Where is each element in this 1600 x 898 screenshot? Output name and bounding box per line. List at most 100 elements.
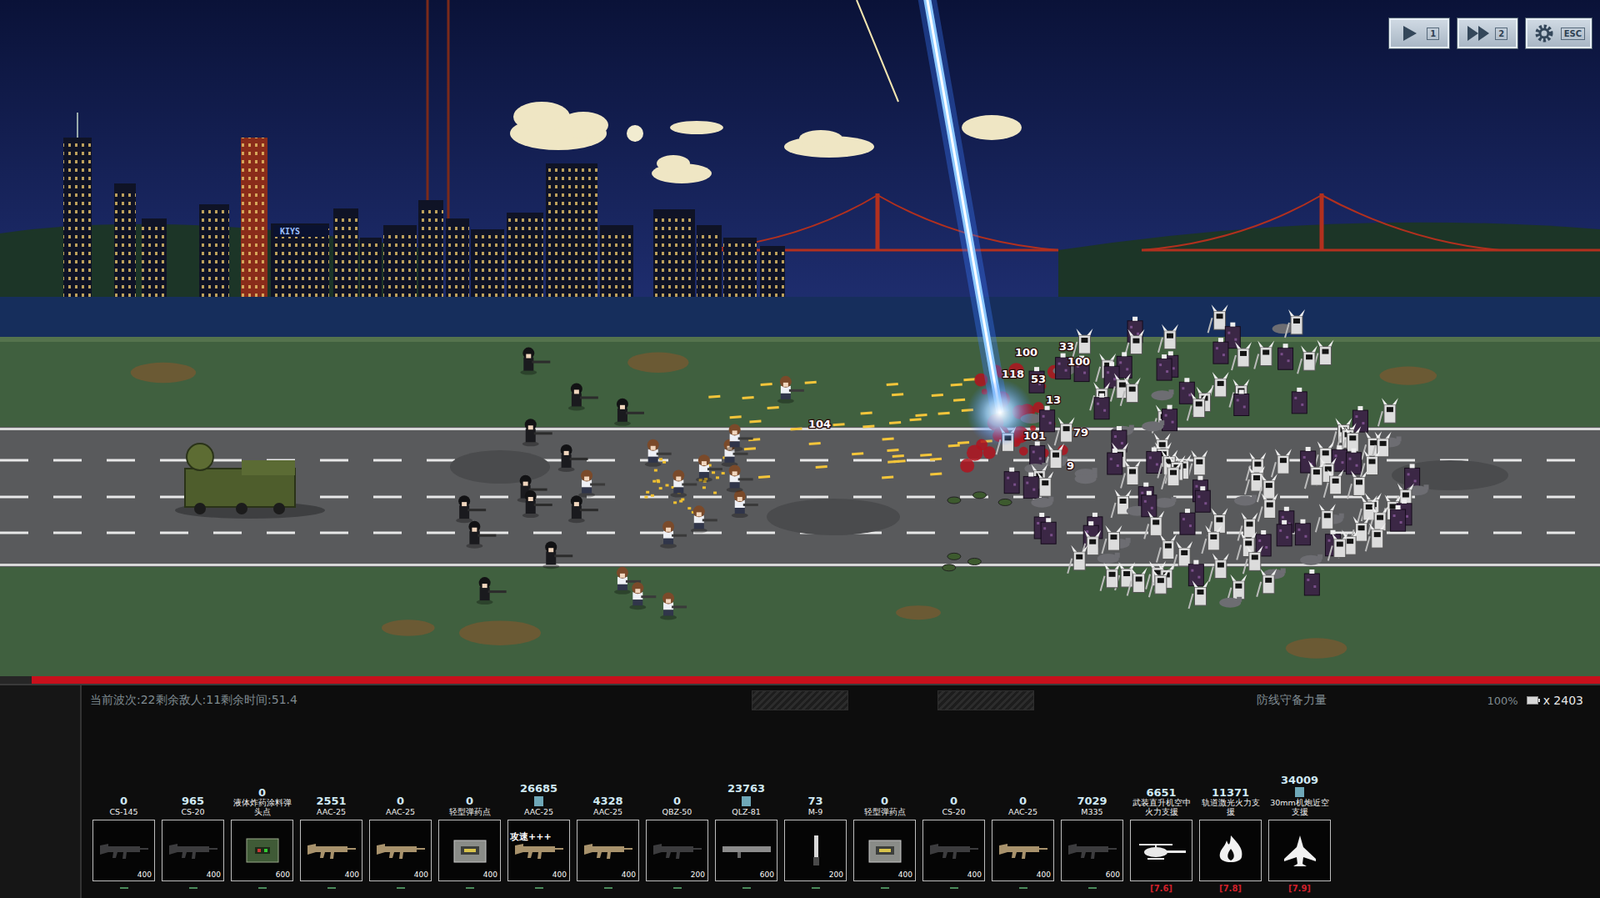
enemy — [1360, 449, 1380, 478]
control-button[interactable]: ESC — [1525, 18, 1592, 49]
unit-count: 4328 — [592, 794, 623, 808]
ready-mark — [535, 886, 544, 889]
bullet — [742, 396, 755, 398]
shell-casing — [656, 480, 660, 483]
unit-card[interactable]: 400 — [300, 819, 363, 881]
unit-card[interactable]: 400 — [438, 819, 501, 881]
enemy — [1271, 448, 1292, 477]
unit-card[interactable]: 攻速+++ 400 — [507, 819, 570, 881]
shell-casing — [711, 470, 715, 474]
blood-splatter — [1019, 446, 1029, 456]
enemy — [1004, 467, 1020, 494]
unit-card[interactable]: 400 — [576, 819, 640, 881]
unit-card[interactable] — [1130, 819, 1193, 881]
unit-card[interactable]: 400 — [369, 819, 432, 881]
bullet — [957, 441, 970, 443]
rifle-dark-icon — [167, 833, 220, 867]
unit-cost: 400 — [621, 870, 636, 879]
soldier — [726, 464, 754, 492]
bullet — [930, 458, 942, 460]
enemy — [1304, 569, 1320, 595]
unit-name: CS-145 — [92, 807, 155, 817]
unit-card[interactable]: 400 — [92, 819, 155, 881]
crater — [895, 605, 941, 620]
enemy — [1378, 397, 1399, 426]
enemy — [1291, 387, 1307, 414]
unit-slot: 0 轻型弹药点 400 — [438, 794, 501, 895]
rifle-tan-icon — [375, 833, 427, 867]
damage-number: 104 — [808, 417, 831, 430]
enemy — [1040, 517, 1056, 544]
unit-card[interactable]: 400 — [853, 819, 916, 881]
crater — [381, 619, 435, 636]
unit-count: 965 — [181, 794, 205, 808]
unit-name: AAC-25 — [507, 807, 570, 817]
bullet — [881, 476, 894, 478]
bullet — [920, 454, 932, 455]
damage-number: 100 — [1067, 355, 1090, 368]
shell-casing — [662, 460, 666, 464]
unit-card[interactable]: 600 — [1060, 819, 1124, 881]
unit-card[interactable]: 200 — [784, 819, 847, 881]
unit-card[interactable]: 400 — [161, 819, 225, 881]
unit-card[interactable] — [1268, 819, 1331, 881]
rifle-dark-icon — [651, 833, 704, 867]
unit-card[interactable]: 600 — [230, 819, 294, 881]
unit-card[interactable]: 400 — [991, 819, 1055, 881]
enemy — [1231, 341, 1252, 370]
bullet — [815, 466, 828, 468]
rifle-tan-icon — [305, 833, 358, 867]
control-label: 2 — [1495, 27, 1508, 40]
soldier — [465, 520, 496, 549]
shell-casing — [673, 500, 677, 504]
unit-slot: 11371 轨道激光火力支援 [7.8] — [1199, 785, 1262, 895]
enemy — [1278, 343, 1294, 370]
unit-count: 0 — [950, 794, 958, 808]
crater — [459, 620, 541, 645]
launcher-icon — [720, 833, 773, 867]
bullet — [930, 473, 942, 475]
unit-name: 轻型弹药点 — [853, 807, 916, 817]
unit-card[interactable] — [1199, 819, 1262, 881]
soldier — [614, 398, 645, 426]
damage-number: 13 — [1045, 393, 1061, 406]
landmine — [998, 498, 1012, 505]
enemy — [1313, 340, 1334, 369]
unit-count: 0 — [258, 785, 266, 800]
unit-name: QLZ-81 — [715, 807, 778, 817]
speed-controls: 1 2 ESC — [1389, 18, 1592, 49]
unit-slot: 7029 M335 600 — [1060, 794, 1124, 895]
billboard — [273, 225, 329, 237]
unit-cost: 600 — [275, 870, 290, 879]
shell-casing — [652, 480, 656, 483]
bullet — [809, 442, 821, 444]
control-button[interactable]: 2 — [1457, 18, 1518, 49]
rifle-dark-icon — [98, 833, 150, 867]
unit-count: 34009 — [1280, 773, 1319, 787]
unit-count: 0 — [673, 794, 681, 808]
bridge — [700, 193, 1600, 250]
grass — [0, 336, 1600, 676]
bullet — [862, 425, 875, 427]
boost-marker — [1295, 786, 1305, 797]
unit-count: 0 — [465, 794, 474, 808]
defense-percent: 100% — [1486, 694, 1518, 707]
bullet — [948, 445, 960, 446]
fast-icon — [1466, 23, 1492, 44]
soldier — [660, 520, 687, 549]
unit-card[interactable]: 200 — [645, 819, 709, 881]
enemy — [1144, 510, 1165, 539]
crater — [130, 362, 196, 383]
enemy — [1234, 495, 1257, 506]
unit-name: 30mm机炮近空支援 — [1268, 798, 1331, 817]
enemy — [1258, 492, 1279, 521]
soldier — [645, 439, 672, 467]
enemy — [1156, 534, 1177, 563]
control-button[interactable]: 1 — [1389, 18, 1450, 49]
bullet — [886, 384, 899, 385]
enemy — [1254, 340, 1275, 370]
unit-card[interactable]: 600 — [715, 819, 778, 881]
bullet — [790, 428, 803, 430]
unit-slot: 26685 AAC-25 攻速+++ 400 — [507, 781, 570, 895]
unit-card[interactable]: 400 — [922, 819, 985, 881]
